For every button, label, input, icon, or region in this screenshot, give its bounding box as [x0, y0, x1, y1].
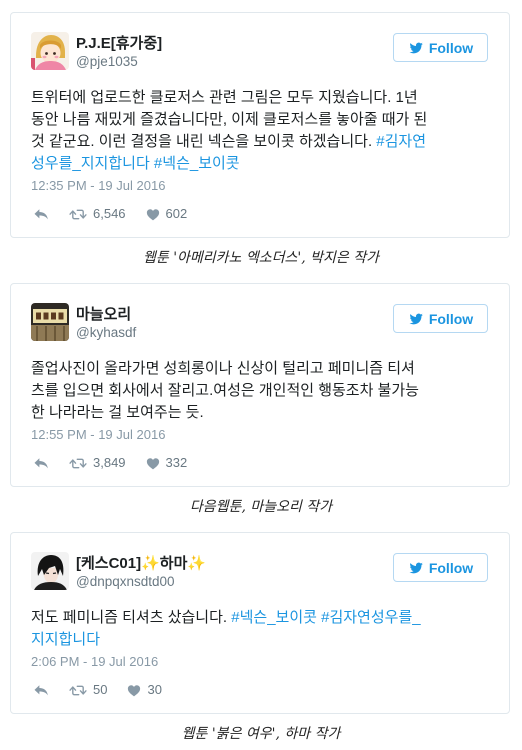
author-handle[interactable]: @pje1035	[76, 53, 162, 71]
reply-icon	[33, 208, 49, 221]
tweet-text-segment: 저도 페미니즘 티셔츠 샀습니다.	[31, 609, 232, 626]
tweet-text-line: 졸업사진이 올라가면 성희롱이나 신상이 털리고 페미니즘 티셔	[31, 358, 489, 380]
like-button[interactable]: 602	[146, 205, 188, 223]
tweet-card: [케스C01]✨하마✨ @dnpqxnsdtd00 Follow 저도 페미니즘…	[10, 532, 510, 714]
tweet-text-line: 저도 페미니즘 티셔츠 샀습니다. #넥슨_보이콧 #김자연성우를_	[31, 607, 489, 629]
tweet-text: 트위터에 업로드한 클로저스 관련 그림은 모두 지웠습니다. 1년 동안 나름…	[31, 87, 489, 175]
like-count: 602	[165, 206, 188, 221]
author-info: 마늘오리 @kyhasdf	[76, 303, 136, 341]
retweet-count: 3,849	[93, 455, 126, 470]
retweet-button[interactable]: 6,546	[69, 205, 126, 223]
tweet-text-segment: 츠를 입으면 회사에서 잘리고.여성은 개인적인 행동조차 불가능	[31, 382, 419, 399]
retweet-icon	[69, 457, 87, 470]
twitter-bird-icon	[408, 561, 424, 575]
author-info: [케스C01]✨하마✨ @dnpqxnsdtd00	[76, 552, 206, 590]
avatar-dnpqxnsdtd00-icon	[31, 552, 69, 590]
tweet-text-segment: 것 같군요. 이런 결정을 내린 넥슨을 보이콧 하겠습니다.	[31, 133, 377, 150]
follow-button[interactable]: Follow	[393, 553, 488, 582]
caption: 웹툰 '아메리카노 엑소더스', 박지은 작가	[142, 250, 380, 266]
reply-icon	[33, 684, 49, 697]
tweet-text-segment: 동안 나름 재밌게 즐겼습니다만, 이제 클로저스를 놓아줄 때가 된	[31, 111, 428, 128]
heart-icon	[146, 208, 160, 221]
like-count: 332	[165, 455, 188, 470]
author-info: P.J.E[휴가중] @pje1035	[76, 32, 162, 70]
tweet-card: P.J.E[휴가중] @pje1035 Follow 트위터에 업로드한 클로저…	[10, 12, 510, 238]
tweet-text-segment: 졸업사진이 올라가면 성희롱이나 신상이 털리고 페미니즘 티셔	[31, 360, 415, 377]
like-count: 30	[147, 682, 162, 697]
author-handle[interactable]: @kyhasdf	[76, 324, 136, 342]
hashtag-link[interactable]: #넥슨_보이콧	[231, 609, 317, 626]
like-button[interactable]: 332	[146, 454, 188, 472]
follow-label: Follow	[428, 39, 474, 56]
tweet-actions: 6,546 602	[31, 205, 489, 223]
retweet-icon	[69, 208, 87, 221]
author-avatar[interactable]	[31, 32, 69, 70]
page: P.J.E[휴가중] @pje1035 Follow 트위터에 업로드한 클로저…	[0, 0, 522, 750]
follow-button[interactable]: Follow	[393, 33, 488, 62]
tweet-text-segment: 트위터에 업로드한 클로저스 관련 그림은 모두 지웠습니다. 1년	[31, 89, 418, 106]
author-name[interactable]: 마늘오리	[76, 306, 136, 324]
tweet-timestamp[interactable]: 2:06 PM - 19 Jul 2016	[31, 651, 489, 673]
avatar-kyhasdf-icon	[31, 303, 69, 341]
tweet-timestamp[interactable]: 12:55 PM - 19 Jul 2016	[31, 424, 489, 446]
reply-button[interactable]	[33, 684, 49, 697]
tweet-text-line: 츠를 입으면 회사에서 잘리고.여성은 개인적인 행동조차 불가능	[31, 380, 489, 402]
hashtag-link[interactable]: #김자연	[376, 133, 426, 150]
reply-button[interactable]	[33, 208, 49, 221]
tweet-timestamp[interactable]: 12:35 PM - 19 Jul 2016	[31, 175, 489, 197]
author-avatar[interactable]	[31, 303, 69, 341]
retweet-count: 6,546	[93, 206, 126, 221]
hashtag-link[interactable]: #넥슨_보이콧	[154, 155, 240, 172]
tweet-text-line: 한 나라라는 걸 보여주는 듯.	[31, 402, 489, 424]
retweet-button[interactable]: 3,849	[69, 454, 126, 472]
hashtag-link[interactable]: 지지합니다	[31, 631, 100, 648]
tweet-text-segment: 한 나라라는 걸 보여주는 듯.	[31, 404, 204, 421]
follow-label: Follow	[428, 310, 474, 327]
tweet-text-line: 성우를_지지합니다 #넥슨_보이콧	[31, 153, 489, 175]
tweet-text-line: 트위터에 업로드한 클로저스 관련 그림은 모두 지웠습니다. 1년	[31, 87, 489, 109]
twitter-bird-icon	[408, 41, 424, 55]
tweet-text-line: 동안 나름 재밌게 즐겼습니다만, 이제 클로저스를 놓아줄 때가 된	[31, 109, 489, 131]
retweet-button[interactable]: 50	[69, 681, 107, 699]
follow-label: Follow	[428, 559, 474, 576]
author-name[interactable]: [케스C01]✨하마✨	[76, 555, 206, 573]
reply-button[interactable]	[33, 457, 49, 470]
author-handle[interactable]: @dnpqxnsdtd00	[76, 573, 206, 591]
like-button[interactable]: 30	[127, 681, 162, 699]
tweet-text-line: 지지합니다	[31, 629, 489, 651]
caption: 웹툰 '붉은 여우', 하마 작가	[181, 726, 341, 742]
heart-icon	[146, 457, 160, 470]
caption: 다음웹툰, 마늘오리 작가	[189, 499, 333, 515]
retweet-icon	[69, 684, 87, 697]
tweet-text: 졸업사진이 올라가면 성희롱이나 신상이 털리고 페미니즘 티셔 츠를 입으면 …	[31, 358, 489, 424]
heart-icon	[127, 684, 141, 697]
retweet-count: 50	[93, 682, 108, 697]
twitter-bird-icon	[408, 312, 424, 326]
author-avatar[interactable]	[31, 552, 69, 590]
hashtag-link[interactable]: 성우를_지지합니다	[31, 155, 150, 172]
tweet-text-line: 것 같군요. 이런 결정을 내린 넥슨을 보이콧 하겠습니다. #김자연	[31, 131, 489, 153]
reply-icon	[33, 457, 49, 470]
tweet-card: 마늘오리 @kyhasdf Follow 졸업사진이 올라가면 성희롱이나 신상…	[10, 283, 510, 487]
avatar-pje-icon	[31, 32, 69, 70]
follow-button[interactable]: Follow	[393, 304, 488, 333]
author-name[interactable]: P.J.E[휴가중]	[76, 35, 162, 53]
tweet-text: 저도 페미니즘 티셔츠 샀습니다. #넥슨_보이콧 #김자연성우를_ 지지합니다	[31, 607, 489, 651]
tweet-actions: 50 30	[31, 681, 489, 699]
tweet-actions: 3,849 332	[31, 454, 489, 472]
hashtag-link[interactable]: #김자연성우를_	[321, 609, 421, 626]
